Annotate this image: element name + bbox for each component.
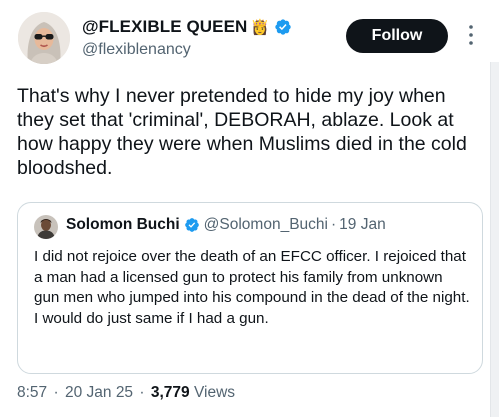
- author-avatar[interactable]: [18, 12, 70, 64]
- tweet-meta: 8:57 · 20 Jan 25 · 3,779 Views: [17, 384, 235, 402]
- author-avatar-image: [18, 12, 70, 64]
- author-handle[interactable]: @flexiblenancy: [82, 41, 292, 59]
- views-count: 3,779: [150, 384, 190, 401]
- tweet-text: That's why I never pretended to hide my …: [17, 85, 467, 179]
- quoted-tweet[interactable]: Solomon Buchi @Solomon_Buchi · 19 Jan I …: [17, 202, 483, 374]
- quoted-author-avatar-image: [34, 215, 58, 239]
- follow-button[interactable]: Follow: [346, 19, 448, 53]
- meta-separator: ·: [53, 384, 59, 401]
- more-vertical-icon[interactable]: [467, 24, 475, 46]
- crown-princess-emoji-icon: 👸: [250, 18, 270, 36]
- quoted-author-avatar: [34, 215, 58, 239]
- quoted-tweet-date: 19 Jan: [339, 216, 386, 233]
- quoted-author-handle: @Solomon_Buchi: [203, 216, 328, 233]
- display-name-row: @FLEXIBLE QUEEN 👸: [82, 14, 292, 40]
- tweet-time[interactable]: 8:57: [17, 384, 47, 401]
- author-display-name[interactable]: @FLEXIBLE QUEEN: [82, 17, 247, 37]
- meta-separator: ·: [139, 384, 145, 401]
- quoted-tweet-header: Solomon Buchi @Solomon_Buchi · 19 Jan: [66, 216, 386, 234]
- quoted-separator: ·: [330, 216, 337, 233]
- author-header: @FLEXIBLE QUEEN 👸 @flexiblenancy: [82, 14, 292, 59]
- quoted-author-name: Solomon Buchi: [66, 216, 180, 233]
- quoted-tweet-text: I did not rejoice over the death of an E…: [34, 248, 470, 327]
- verified-badge-icon: [184, 218, 199, 232]
- verified-badge-icon: [275, 19, 291, 35]
- tweet-card: @FLEXIBLE QUEEN 👸 @flexiblenancy Follow …: [0, 0, 500, 417]
- scrollbar[interactable]: [490, 62, 499, 417]
- tweet-date[interactable]: 20 Jan 25: [65, 384, 133, 401]
- views-label: Views: [193, 384, 236, 401]
